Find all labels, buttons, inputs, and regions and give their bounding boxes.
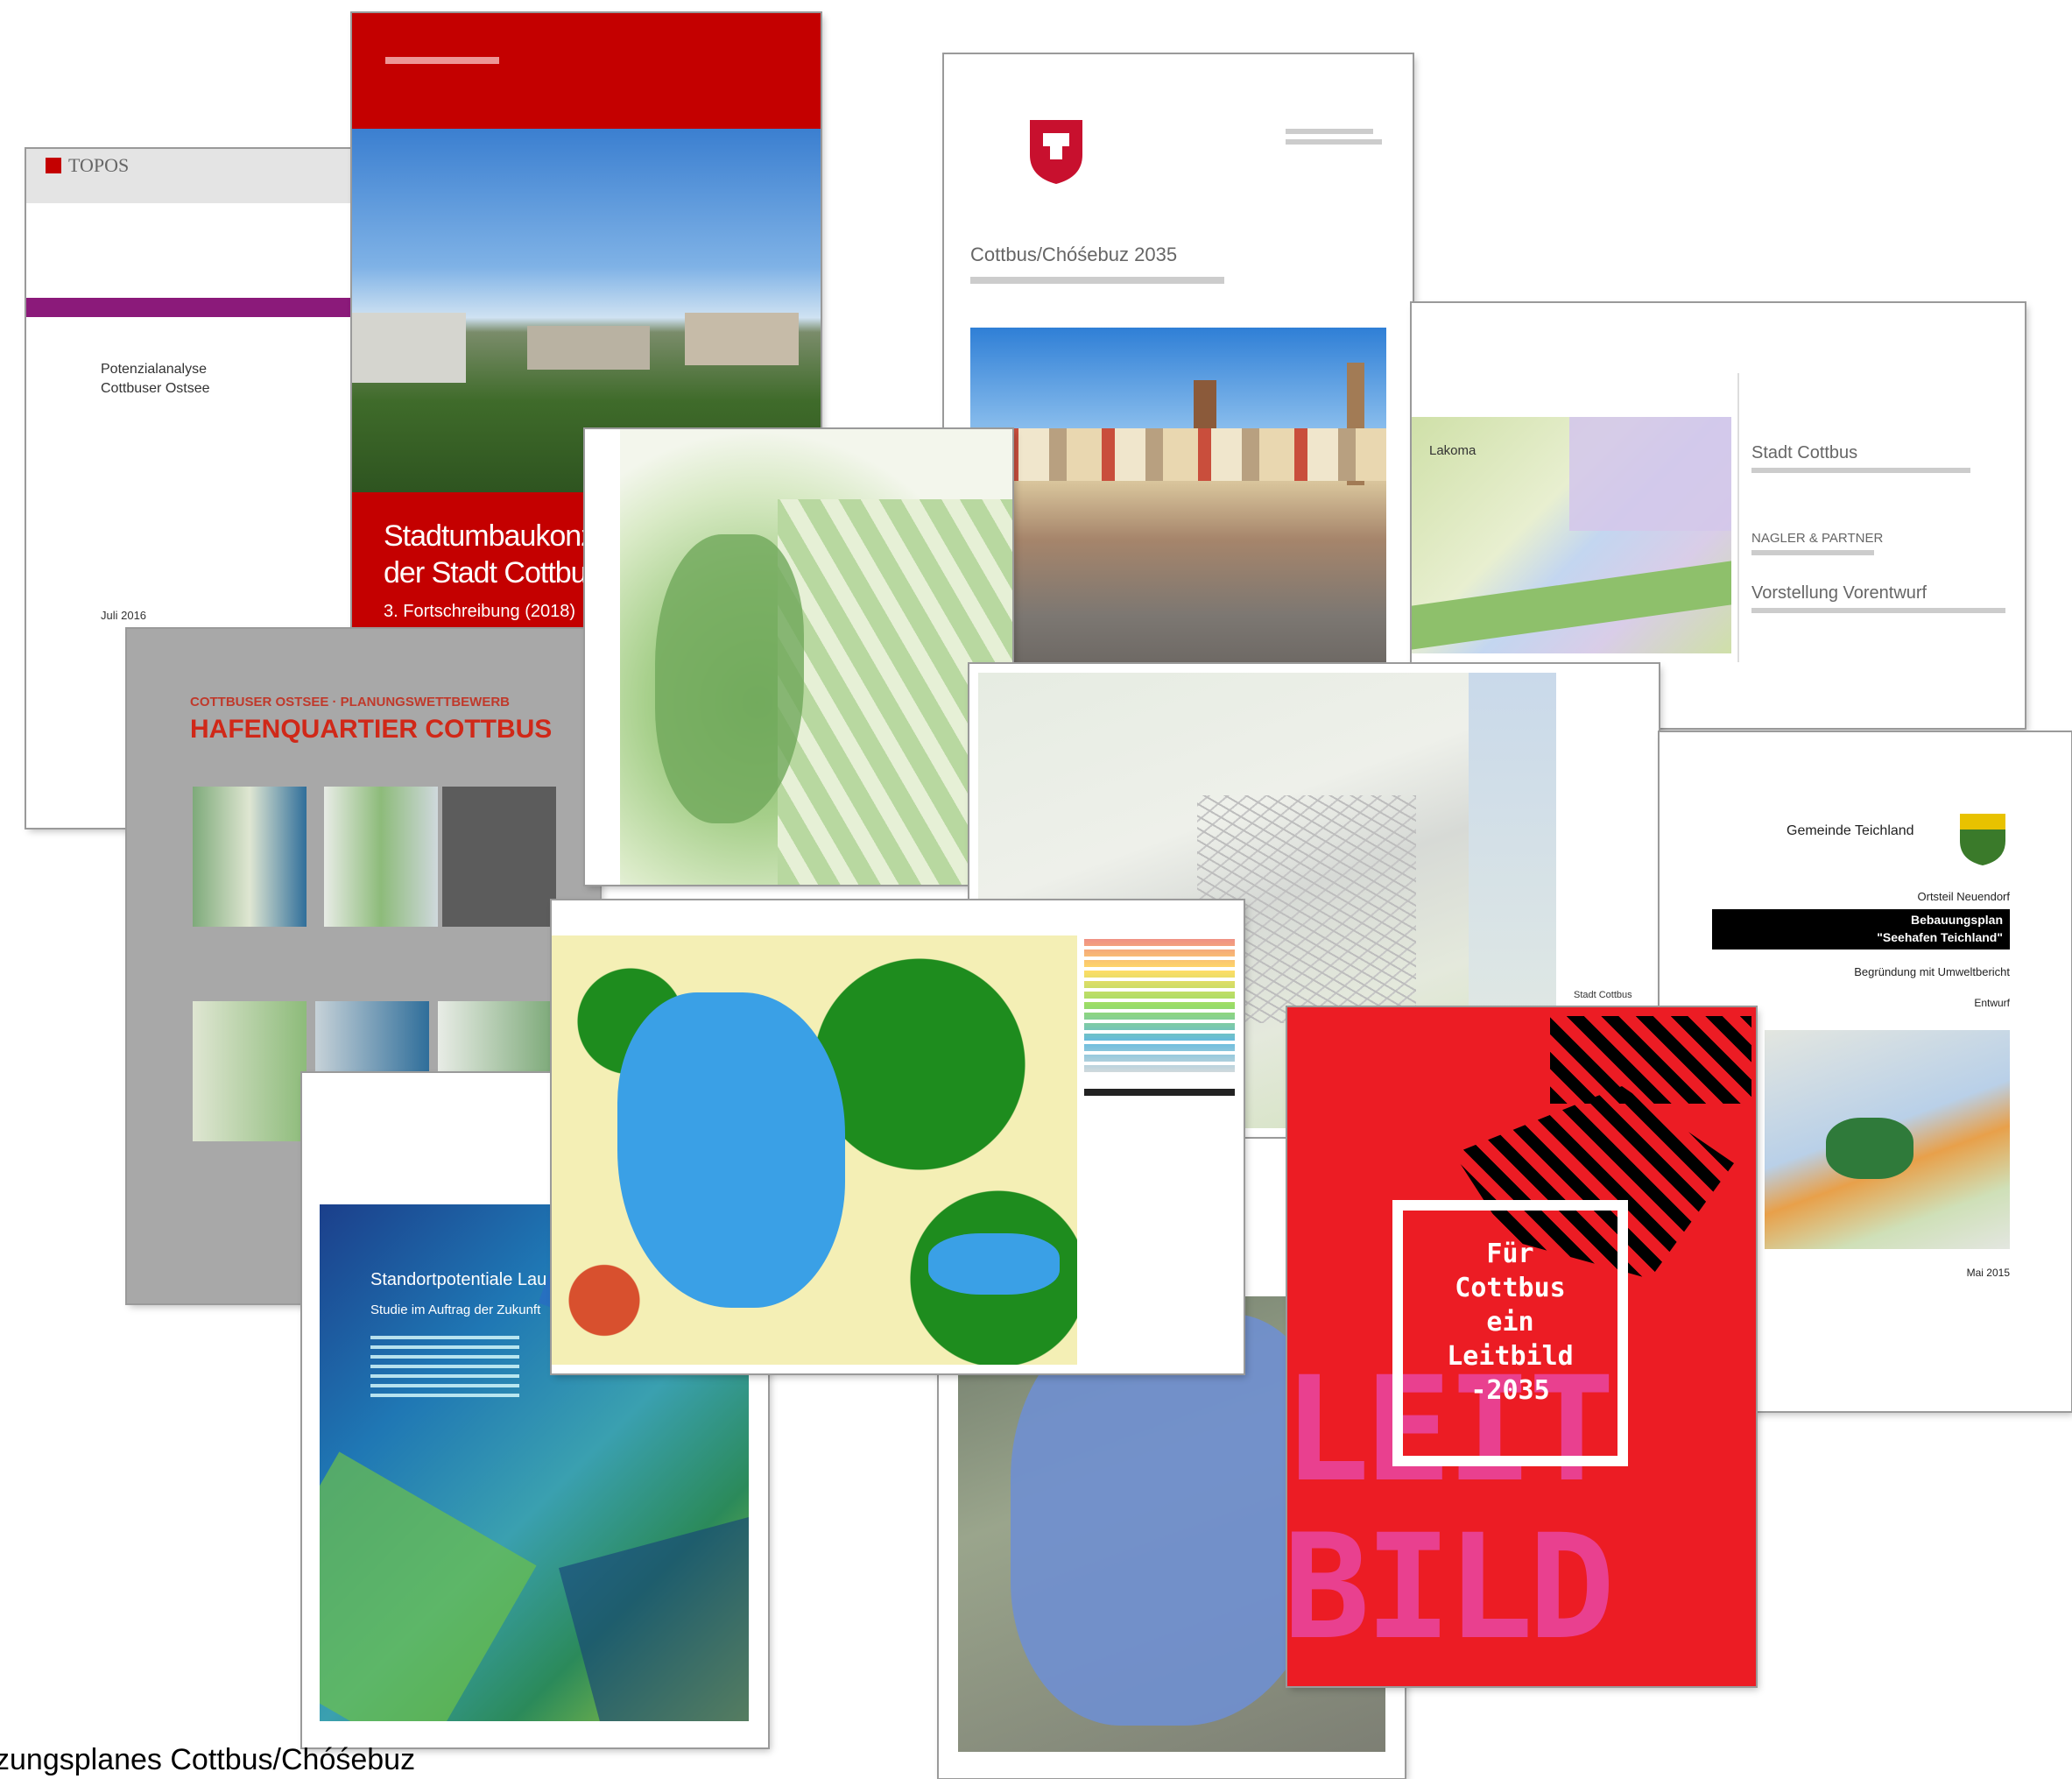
teichland-draft: Entwurf	[1974, 997, 2010, 1009]
lakoma-divider	[1737, 373, 1739, 662]
stadtumbau-building-right	[685, 313, 799, 365]
insek-subtitle-line	[970, 277, 1224, 284]
leitbild-document[interactable]: LEIT BILD Für Cottbus ein Leitbild -2035	[1287, 1007, 1756, 1686]
landuse-map	[552, 935, 1077, 1365]
hafen-kicker: COTTBUSER OSTSEE · PLANUNGSWETTBEWERB	[190, 695, 511, 709]
leitbild-box-line5: -2035	[1470, 1375, 1550, 1406]
leitbild-big-2: BILD	[1287, 1503, 1615, 1671]
lakoma-map-green-band	[1412, 561, 1731, 650]
lakoma-map-label: Lakoma	[1429, 443, 1476, 458]
stadtumbau-title-2: der Stadt Cottbus	[384, 556, 602, 589]
hafen-title: HAFENQUARTIER COTTBUS	[190, 715, 553, 744]
caption: zungsplanes Cottbus/Chóśebuz	[0, 1743, 416, 1776]
teichland-justification: Begründung mit Umweltbericht	[1854, 965, 2010, 978]
teichland-plan-line2: "Seehafen Teichland"	[1877, 930, 2003, 944]
stadtumbau-title-1: Stadtumbaukonze	[384, 519, 611, 553]
stadtumbau-subtitle: 3. Fortschreibung (2018)	[384, 602, 576, 621]
teichland-plan-green	[1826, 1118, 1913, 1179]
stadtumbau-building-mid	[527, 326, 650, 370]
teichland-municipality: Gemeinde Teichland	[1787, 823, 1914, 838]
stadtumbau-top-line	[385, 57, 499, 64]
insek-title: Cottbus/Chóśebuz 2035	[970, 244, 1178, 265]
insek-header-line-1	[1286, 129, 1373, 134]
hafen-panel-4	[193, 1001, 307, 1141]
lakoma-line3-sub	[1751, 608, 2005, 613]
stadt-map-label: Stadt Cottbus	[1574, 990, 1632, 1000]
standort-shape-3	[559, 1514, 749, 1721]
leitbild-box-line3: ein	[1486, 1307, 1534, 1338]
landuse-lake	[617, 992, 845, 1308]
lakoma-line1-sub	[1751, 468, 1970, 473]
topos-title-2: Cottbuser Ostsee	[101, 381, 210, 396]
vegetation-forest	[655, 534, 804, 823]
lakoma-map-lake	[1569, 417, 1731, 531]
insek-photo	[970, 328, 1386, 713]
standort-title: Standortpotentiale Lau	[370, 1270, 547, 1289]
lakoma-line2: NAGLER & PARTNER	[1751, 531, 1884, 546]
leitbild-hatch-top	[1550, 1016, 1751, 1104]
topos-logo-mark	[46, 158, 61, 173]
landuse-legend-title	[1084, 1089, 1235, 1096]
vegetation-map	[620, 429, 1012, 885]
vegetation-map-document[interactable]	[585, 429, 1012, 885]
leitbild-box-line1: Für	[1486, 1239, 1534, 1269]
topos-logo: TOPOS	[68, 154, 130, 176]
teichland-plan-box: Bebauungsplan "Seehafen Teichland"	[1712, 909, 2010, 950]
hafen-panel-1	[193, 787, 307, 927]
topos-title-1: Potenzialanalyse	[101, 362, 207, 377]
standort-subtitle: Studie im Auftrag der Zukunft	[370, 1302, 541, 1317]
standort-author-lines	[370, 1336, 519, 1397]
teichland-plan-map	[1765, 1030, 2010, 1249]
landuse-legend	[1084, 935, 1235, 1076]
lakoma-line3: Vorstellung Vorentwurf	[1751, 583, 1928, 603]
landuse-map-document[interactable]	[552, 900, 1244, 1373]
standort-shape-1	[320, 1451, 537, 1721]
teichland-date: Mai 2015	[1966, 1267, 2010, 1279]
aerial-lake-water	[1011, 1314, 1326, 1726]
hafen-panel-3	[442, 787, 556, 927]
teichland-crest-icon	[1960, 814, 2005, 865]
insek-document[interactable]: Cottbus/Chóśebuz 2035	[944, 54, 1413, 738]
hafen-panel-2	[324, 787, 438, 927]
leitbild-box-text: Für Cottbus ein Leitbild -2035	[1403, 1237, 1617, 1408]
teichland-plan-line1: Bebauungsplan	[1910, 913, 2003, 927]
cottbus-crest-icon	[1030, 120, 1082, 184]
leitbild-box-line4: Leitbild	[1447, 1341, 1574, 1372]
stadtumbau-building-left	[352, 313, 466, 383]
leitbild-box-line2: Cottbus	[1455, 1273, 1566, 1303]
landuse-small-lake	[928, 1233, 1060, 1295]
topos-date: Juli 2016	[101, 609, 147, 622]
lakoma-map: Lakoma	[1412, 417, 1731, 653]
insek-facades	[970, 428, 1386, 481]
lakoma-line1: Stadt Cottbus	[1751, 443, 1858, 462]
insek-header-line-2	[1286, 139, 1382, 145]
lakoma-line2-sub	[1751, 550, 1874, 555]
teichland-district: Ortsteil Neuendorf	[1917, 890, 2011, 903]
